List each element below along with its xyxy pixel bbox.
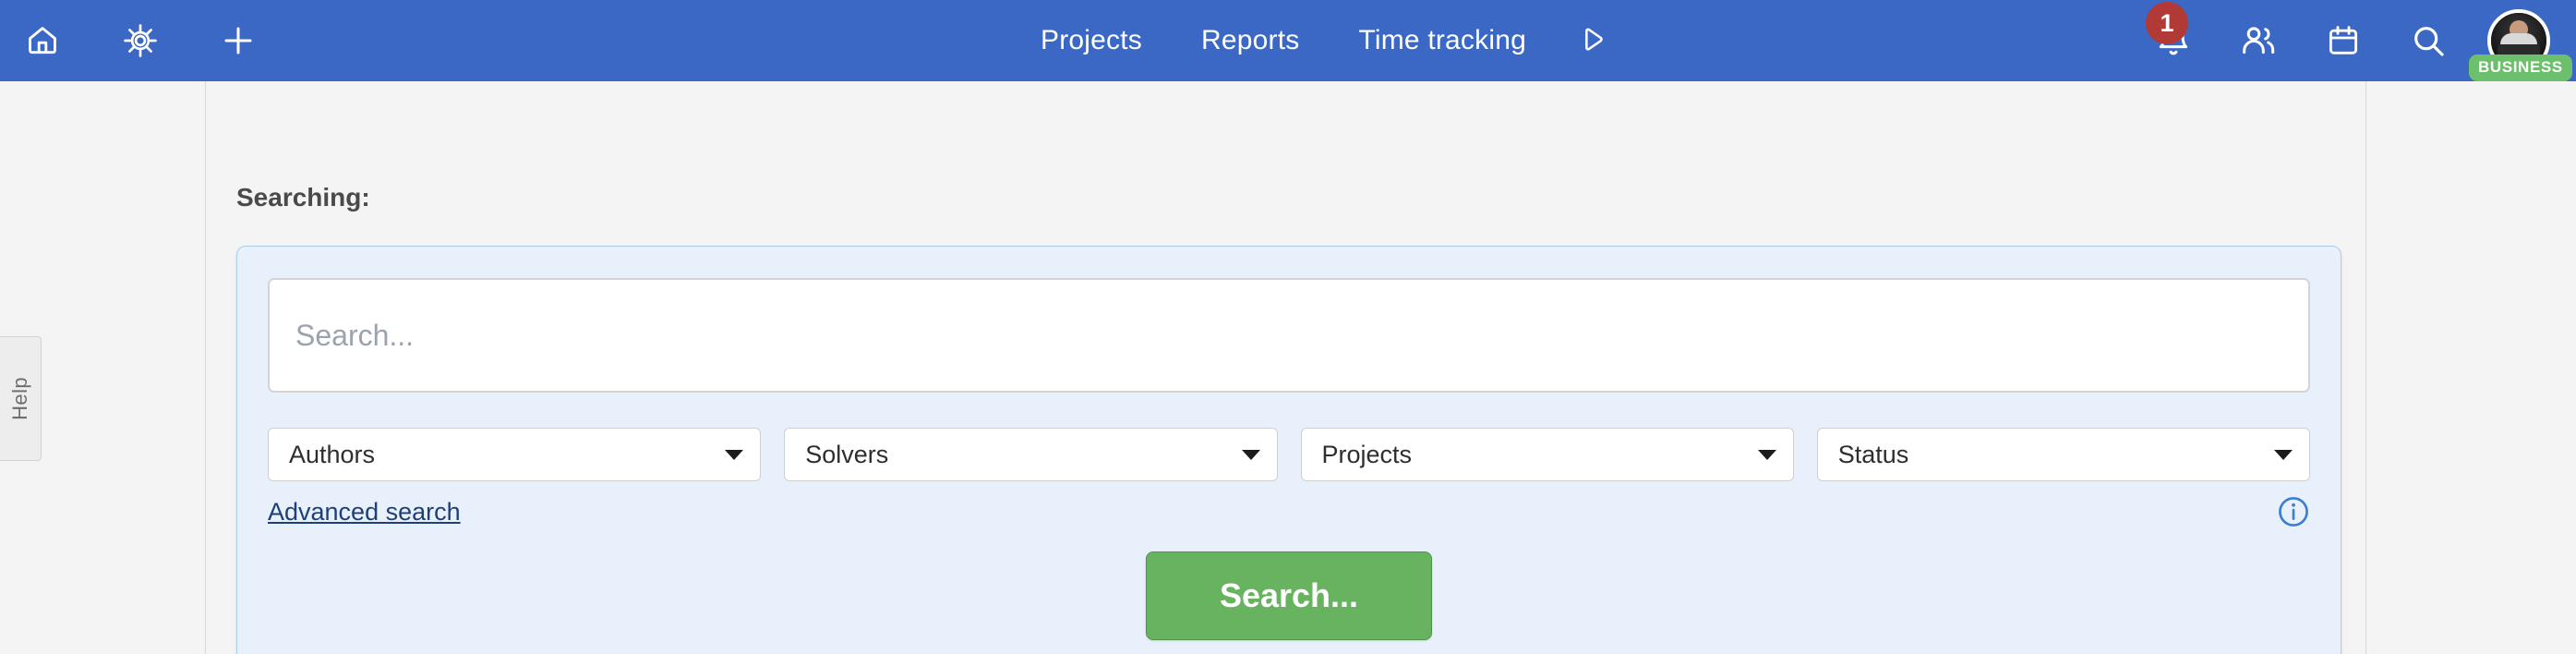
left-column-divider xyxy=(205,81,206,654)
home-icon[interactable] xyxy=(17,15,68,67)
dropdown-solvers-label: Solvers xyxy=(805,440,889,468)
help-tab-label: Help xyxy=(8,377,31,420)
filter-dropdown-row: Authors Solvers Projects Status xyxy=(268,428,2310,481)
dropdown-solvers[interactable]: Solvers xyxy=(784,428,1278,481)
main-content: Help Searching: Search... Authors Solver… xyxy=(0,81,2576,654)
gear-icon[interactable] xyxy=(114,15,166,67)
calendar-icon[interactable] xyxy=(2301,0,2386,81)
topbar-right-icons: 1 BUSINESS xyxy=(2131,0,2576,81)
nav-item-time-tracking[interactable]: Time tracking xyxy=(1329,25,1556,56)
contacts-people-icon[interactable] xyxy=(2216,0,2301,81)
chevron-down-icon xyxy=(725,449,744,460)
play-timer-icon[interactable] xyxy=(1576,25,1607,56)
chevron-down-icon xyxy=(1241,449,1260,460)
chevron-down-icon xyxy=(2274,449,2293,460)
advanced-search-link[interactable]: Advanced search xyxy=(268,498,461,527)
dropdown-projects[interactable]: Projects xyxy=(1300,428,1794,481)
info-icon[interactable] xyxy=(2276,494,2311,529)
app-page: Projects Reports Time tracking 1 BUSINES… xyxy=(0,0,2576,654)
nav-item-projects[interactable]: Projects xyxy=(1011,25,1172,56)
dropdown-projects-label: Projects xyxy=(1321,440,1413,468)
help-tab[interactable]: Help xyxy=(0,336,42,461)
search-input[interactable]: Search... xyxy=(268,278,2310,393)
dropdown-status[interactable]: Status xyxy=(1816,428,2310,481)
search-icon[interactable] xyxy=(2386,0,2471,81)
plus-icon[interactable] xyxy=(212,15,264,67)
avatar[interactable]: BUSINESS xyxy=(2469,0,2572,81)
top-navigation-bar: Projects Reports Time tracking 1 BUSINES… xyxy=(0,0,2576,81)
plan-badge: BUSINESS xyxy=(2469,54,2572,81)
dropdown-authors[interactable]: Authors xyxy=(268,428,762,481)
dropdown-authors-label: Authors xyxy=(289,440,376,468)
dropdown-status-label: Status xyxy=(1837,440,1909,468)
notification-count-badge: 1 xyxy=(2146,2,2188,44)
page-title: Searching: xyxy=(236,183,370,212)
topbar-main-nav: Projects Reports Time tracking xyxy=(1011,0,1607,81)
notifications-bell-icon[interactable]: 1 xyxy=(2131,0,2216,81)
right-column-divider xyxy=(2365,81,2366,654)
topbar-left-icons xyxy=(0,15,264,67)
search-submit-button[interactable]: Search... xyxy=(1146,551,1432,640)
search-input-placeholder: Search... xyxy=(295,318,415,352)
nav-item-reports[interactable]: Reports xyxy=(1172,25,1329,56)
chevron-down-icon xyxy=(1757,449,1776,460)
search-panel: Search... Authors Solvers Projects Statu… xyxy=(236,246,2341,654)
